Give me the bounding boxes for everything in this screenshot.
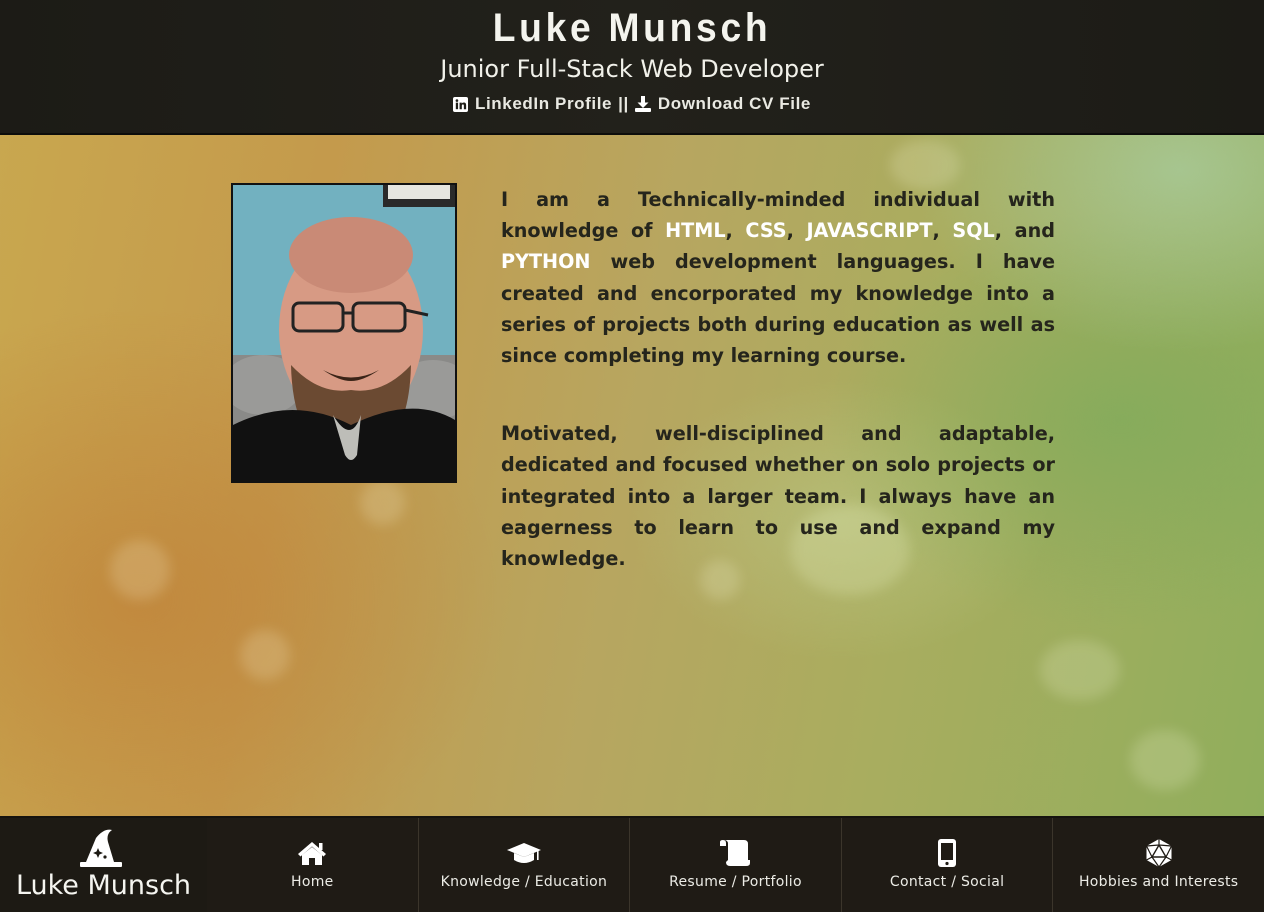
nav-knowledge-education[interactable]: Knowledge / Education: [417, 818, 630, 912]
download-cv-link[interactable]: Download CV File: [634, 94, 811, 114]
mobile-phone-icon: [842, 838, 1053, 868]
scroll-icon: [630, 838, 841, 868]
skill-css: CSS: [745, 219, 787, 243]
footer-brand[interactable]: Luke Munsch: [0, 818, 207, 912]
about-paragraph-2: Motivated, well-disciplined and adaptabl…: [501, 422, 1055, 571]
home-icon: [207, 838, 418, 868]
header-name: Luke Munsch: [492, 6, 772, 50]
header-links: LinkedIn Profile || Download CV File: [0, 94, 1264, 114]
linkedin-label: LinkedIn Profile: [474, 94, 613, 113]
link-separator: ||: [618, 94, 629, 113]
nav-home[interactable]: Home: [207, 818, 418, 912]
site-header: Luke Munsch Junior Full-Stack Web Develo…: [0, 0, 1264, 135]
skill-separator: ,: [932, 219, 953, 243]
main-nav: Home Knowledge / Education Resume / Port…: [207, 818, 1264, 912]
download-cv-label: Download CV File: [657, 94, 811, 113]
nav-home-label: Home: [291, 874, 334, 890]
nav-hobbies-interests[interactable]: Hobbies and Interests: [1052, 818, 1264, 912]
wizard-hat-icon: [80, 828, 122, 872]
nav-resume-portfolio[interactable]: Resume / Portfolio: [629, 818, 841, 912]
footer-brand-name: Luke Munsch: [15, 870, 192, 901]
skill-python: PYTHON: [501, 250, 591, 274]
graduation-cap-icon: [419, 838, 630, 868]
skill-javascript: JAVASCRIPT: [806, 219, 933, 243]
skill-separator: ,: [725, 219, 746, 243]
about-section: I am a Technically-minded individual wit…: [501, 184, 1055, 574]
nav-resume-label: Resume / Portfolio: [669, 874, 802, 890]
download-icon: [634, 96, 651, 112]
d20-dice-icon: [1053, 838, 1264, 868]
nav-hobbies-label: Hobbies and Interests: [1078, 874, 1239, 890]
skill-separator-and: , and: [994, 219, 1055, 243]
skill-html: HTML: [665, 219, 726, 243]
skill-sql: SQL: [952, 219, 995, 243]
nav-contact-label: Contact / Social: [889, 874, 1005, 890]
about-paragraph-1: I am a Technically-minded individual wit…: [501, 184, 1055, 371]
nav-knowledge-label: Knowledge / Education: [440, 874, 608, 890]
footer-nav-bar: Luke Munsch Home Knowledge / Education R…: [0, 816, 1264, 912]
header-role: Junior Full-Stack Web Developer: [440, 55, 824, 83]
skill-separator: ,: [786, 219, 807, 243]
linkedin-icon: [452, 96, 468, 112]
nav-contact-social[interactable]: Contact / Social: [840, 818, 1053, 912]
profile-photo: [231, 183, 457, 483]
linkedin-link[interactable]: LinkedIn Profile: [452, 94, 613, 114]
